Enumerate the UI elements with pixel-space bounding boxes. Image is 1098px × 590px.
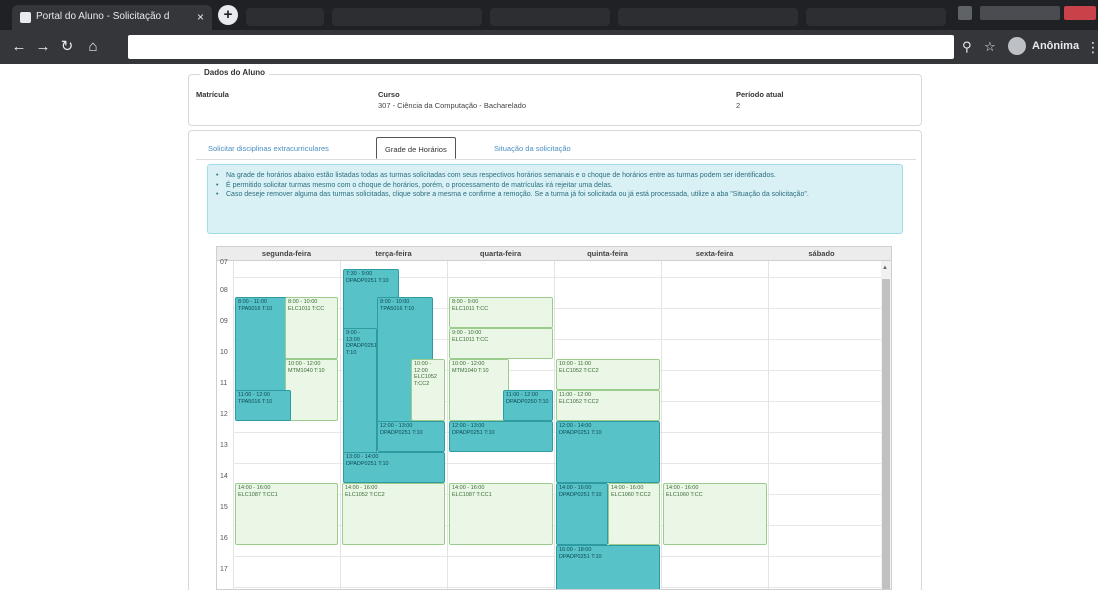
day-header-tuesday: terça-feira — [375, 249, 412, 258]
grid-column-line — [340, 261, 341, 589]
grid-column-line — [554, 261, 555, 589]
window-control[interactable] — [958, 6, 972, 20]
info-item: • É permitido solicitar turmas mesmo com … — [216, 181, 613, 189]
day-header-thursday: quinta-feira — [587, 249, 628, 258]
search-icon[interactable]: ⚲ — [962, 39, 972, 55]
hour-label: 09 — [220, 318, 228, 325]
class-event[interactable]: 16:00 - 18:00 DPADP0251 T:10 — [556, 545, 660, 589]
periodo-value: 2 — [736, 101, 741, 110]
browser-tab[interactable] — [246, 8, 324, 26]
scrollbar-thumb[interactable] — [882, 279, 890, 589]
day-header-wednesday: quarta-feira — [479, 249, 522, 258]
browser-tab[interactable] — [618, 8, 798, 26]
class-event[interactable]: 13:00 - 14:00 DPADP0251 T:10 — [343, 452, 445, 483]
favicon-icon — [20, 12, 31, 23]
tab-extracurricular[interactable]: Solicitar disciplinas extracurriculares — [200, 137, 337, 159]
class-event[interactable]: 10:00 - 12:00 MTM1040 T:10 — [285, 359, 338, 421]
hour-label: 08 — [220, 287, 228, 294]
class-event[interactable]: 14:00 - 16:00 ELC1060 T:CC — [663, 483, 767, 545]
browser-tab[interactable] — [332, 8, 482, 26]
info-item: • Caso deseje remover alguma das turmas s… — [216, 191, 809, 198]
curso-value: 307 - Ciência da Computação - Bacharelad… — [378, 101, 527, 110]
class-event[interactable]: 10:00 - 12:00 ELC1052 T:CC2 — [411, 359, 445, 421]
hour-label: 14 — [220, 473, 228, 480]
hour-label: 11 — [220, 380, 228, 387]
student-data-fieldset — [188, 74, 922, 126]
forward-icon[interactable]: → — [34, 39, 52, 55]
info-alert: • Na grade de horários abaixo estão lista… — [207, 164, 903, 234]
hour-label: 17 — [220, 566, 228, 573]
student-data-legend: Dados do Aluno — [200, 68, 270, 77]
hour-label: 16 — [220, 535, 228, 542]
browser-toolbar: ← → ↻ ⌂ ⚲ ☆ Anônima ⋮ — [0, 30, 1098, 64]
grid-column-line — [661, 261, 662, 589]
bookmark-star-icon[interactable]: ☆ — [984, 39, 996, 55]
browser-tab-bar: Portal do Aluno - Solicitação d × + — [0, 0, 1098, 30]
calendar-header: segunda-feira terça-feira quarta-feira q… — [217, 247, 891, 261]
class-event[interactable]: 12:00 - 14:00 DPADP0251 T:10 — [556, 421, 660, 483]
day-header-friday: sexta-feira — [695, 249, 734, 258]
curso-label: Curso — [378, 90, 400, 99]
back-icon[interactable]: ← — [10, 39, 28, 55]
class-event[interactable]: 14:00 - 16:00 ELC1052 T:CC2 — [342, 483, 445, 545]
window-control[interactable] — [1064, 6, 1096, 20]
browser-tab-active[interactable]: Portal do Aluno - Solicitação d × — [12, 5, 212, 30]
class-event[interactable]: 8:00 - 9:00 ELC1011 T:CC — [449, 297, 553, 328]
class-event[interactable]: 12:00 - 13:00 DPADP0251 T:10 — [449, 421, 553, 452]
browser-tab[interactable] — [806, 8, 946, 26]
grid-column-line — [233, 261, 234, 589]
menu-icon[interactable]: ⋮ — [1086, 39, 1098, 56]
info-list: • Na grade de horários abaixo estão lista… — [216, 171, 896, 200]
hour-label: 15 — [220, 504, 228, 511]
class-event[interactable]: 14:00 - 16:00 ELC1087 T:CC1 — [235, 483, 338, 545]
grid-column-line — [768, 261, 769, 589]
calendar-scrollbar[interactable]: ▲ — [881, 261, 891, 589]
class-event[interactable]: 9:00 - 13:00 DPADP0251 T:10 — [343, 328, 377, 454]
class-event[interactable]: 14:00 - 16:00 ELC1060 T:CC2 — [608, 483, 660, 545]
tab-title: Portal do Aluno - Solicitação d — [36, 11, 170, 22]
tab-request-status[interactable]: Situação da solicitação — [486, 137, 579, 159]
class-event[interactable]: 8:00 - 10:00 ELC1011 T:CC — [285, 297, 338, 359]
periodo-label: Período atual — [736, 90, 784, 99]
day-header-saturday: sábado — [808, 249, 835, 258]
hour-label: 13 — [220, 442, 228, 449]
tab-close-icon[interactable]: × — [197, 10, 204, 24]
page-content: Dados do Aluno Matrícula Curso 307 - Ciê… — [0, 64, 1098, 590]
class-event[interactable]: 9:00 - 10:00 ELC1011 T:CC — [449, 328, 553, 359]
address-bar[interactable] — [128, 35, 954, 59]
tab-schedule-grid[interactable]: Grade de Horários — [376, 137, 456, 159]
class-event[interactable]: 12:00 - 13:00 DPADP0251 T:10 — [377, 421, 445, 452]
class-event[interactable]: 10:00 - 11:00 ELC1052 T:CC2 — [556, 359, 660, 390]
reload-icon[interactable]: ↻ — [58, 39, 76, 55]
day-header-monday: segunda-feira — [261, 249, 312, 258]
class-event[interactable]: 14:00 - 16:00 ELC1087 T:CC1 — [449, 483, 553, 545]
tabs-divider — [196, 159, 916, 160]
browser-tab[interactable] — [490, 8, 610, 26]
class-event[interactable]: 11:00 - 12:00 TPA5016 T:10 — [235, 390, 291, 421]
hour-label: 12 — [220, 411, 228, 418]
class-event[interactable]: 14:00 - 16:00 DPADP0251 T:10 — [556, 483, 608, 545]
class-event[interactable]: 10:00 - 12:00 MTM1040 T:10 — [449, 359, 509, 421]
home-icon[interactable]: ⌂ — [84, 39, 102, 55]
new-tab-button[interactable]: + — [218, 5, 238, 25]
scroll-up-icon[interactable]: ▲ — [882, 265, 888, 271]
hour-label: 07 — [220, 259, 228, 266]
info-item: • Na grade de horários abaixo estão lista… — [216, 172, 776, 179]
weekly-schedule-calendar: segunda-feira terça-feira quarta-feira q… — [216, 246, 892, 590]
hour-label: 10 — [220, 349, 228, 356]
avatar — [1008, 37, 1026, 55]
class-event[interactable]: 8:00 - 11:00 TPA5016 T:10 — [235, 297, 291, 392]
grid-column-line — [447, 261, 448, 589]
matricula-label: Matrícula — [196, 90, 229, 99]
class-event[interactable]: 11:00 - 12:00 DPADP0250 T:10 — [503, 390, 553, 421]
grid-hour-line — [233, 277, 885, 278]
profile-name: Anônima — [1032, 40, 1080, 52]
window-control — [980, 6, 1060, 20]
class-event[interactable]: 11:00 - 12:00 ELC1052 T:CC2 — [556, 390, 660, 421]
